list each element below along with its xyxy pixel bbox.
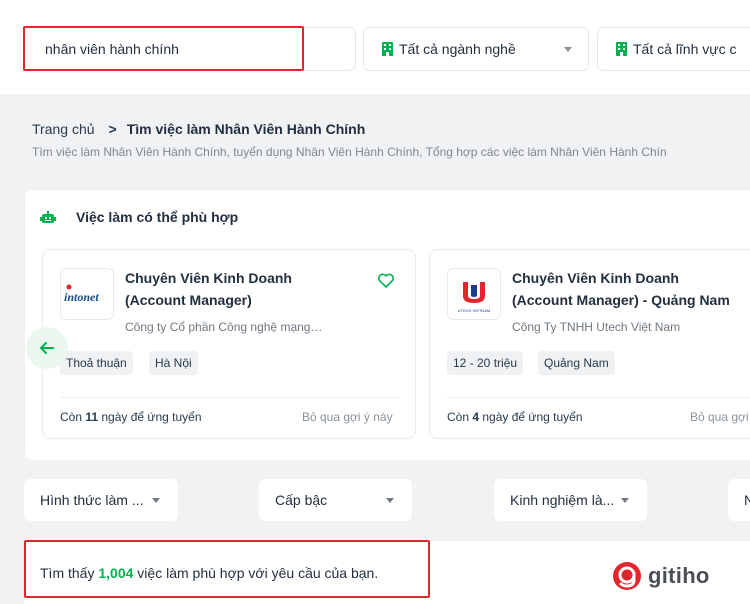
search-input[interactable] (25, 28, 355, 70)
location-tag: Quảng Nam (538, 351, 615, 375)
suggestion-title: Việc làm có thể phù hợp (76, 209, 239, 225)
building-icon (616, 42, 627, 56)
job-title-line2: (Account Manager) (125, 292, 252, 308)
gitiho-logo-icon (613, 562, 641, 590)
industry-dropdown[interactable]: Tất cả ngành nghề (363, 27, 589, 71)
intonet-logo-text: intonet (64, 290, 99, 304)
carousel-prev-button[interactable] (26, 327, 68, 369)
job-title-line1: Chuyên Viên Kinh Doanh (512, 270, 679, 286)
field-dropdown-label: Tất cả lĩnh vực c (633, 41, 737, 57)
field-dropdown[interactable]: Tất cả lĩnh vực c (597, 27, 750, 71)
salary-tag: 12 - 20 triệu (447, 351, 524, 375)
gitiho-watermark-text: gitiho (648, 563, 710, 588)
company-name: Công ty Cổ phần Công nghệ mạng… (125, 320, 323, 334)
arrow-left-icon (40, 342, 54, 354)
salary-tag: Thoả thuận (60, 351, 133, 375)
breadcrumb: Trang chủ > Tìm việc làm Nhân Viên Hành Ch… (32, 121, 365, 137)
result-count: 1,004 (98, 565, 134, 581)
job-title-line1: Chuyên Viên Kinh Doanh (125, 270, 292, 286)
page-description: Tìm việc làm Nhân Viên Hành Chính, tuyển… (32, 145, 667, 159)
chevron-down-icon (621, 498, 629, 503)
chevron-down-icon (152, 498, 160, 503)
heart-icon[interactable] (376, 271, 396, 291)
job-title[interactable]: Chuyên Viên Kinh Doanh (Account Manager)… (512, 267, 730, 311)
job-title[interactable]: Chuyên Viên Kinh Doanh (Account Manager) (125, 267, 292, 311)
experience-filter-label: Kinh nghiệm là... (510, 492, 615, 508)
job-title-line2: (Account Manager) - Quảng Nam (512, 292, 730, 308)
location-tag: Hà Nội (149, 351, 198, 375)
deadline-text: Còn 11 ngày để ứng tuyển (60, 410, 202, 424)
chevron-down-icon (564, 47, 572, 52)
skip-suggestion-link[interactable]: Bỏ qua gợi ý này (302, 410, 393, 424)
utech-logo-text: UTECH VIETNAM (458, 308, 491, 313)
company-logo: UTECH VIETNAM (447, 268, 501, 320)
chevron-down-icon (386, 498, 394, 503)
search-field[interactable] (24, 27, 356, 71)
gitiho-watermark: gitiho (612, 561, 710, 591)
result-count-text: Tìm thấy 1,004 việc làm phù hợp với yêu … (40, 565, 379, 581)
breadcrumb-home[interactable]: Trang chủ (32, 121, 95, 137)
building-icon (382, 42, 393, 56)
skip-suggestion-link[interactable]: Bỏ qua gợi (690, 410, 749, 424)
industry-dropdown-label: Tất cả ngành nghề (399, 41, 516, 57)
more-filter-label: N (744, 492, 750, 508)
work-type-filter-label: Hình thức làm ... (40, 492, 144, 508)
company-logo: intonet (60, 268, 114, 320)
utech-logo-icon: UTECH VIETNAM (458, 282, 491, 313)
breadcrumb-separator: > (108, 121, 117, 137)
robot-icon (40, 211, 56, 223)
level-filter-label: Cấp bậc (275, 492, 328, 508)
deadline-text: Còn 4 ngày để ứng tuyển (447, 410, 583, 424)
experience-filter[interactable]: Kinh nghiệm là... (494, 479, 647, 521)
card-divider (60, 397, 400, 398)
level-filter[interactable]: Cấp bậc (259, 479, 412, 521)
more-filter[interactable]: N (728, 479, 750, 521)
card-divider (447, 397, 750, 398)
breadcrumb-current: Tìm việc làm Nhân Viên Hành Chính (126, 121, 366, 137)
intonet-logo-icon: intonet (64, 284, 99, 304)
work-type-filter[interactable]: Hình thức làm ... (24, 479, 178, 521)
deadline-days: 11 (85, 410, 99, 424)
company-name: Công Ty TNHH Utech Việt Nam (512, 320, 681, 334)
